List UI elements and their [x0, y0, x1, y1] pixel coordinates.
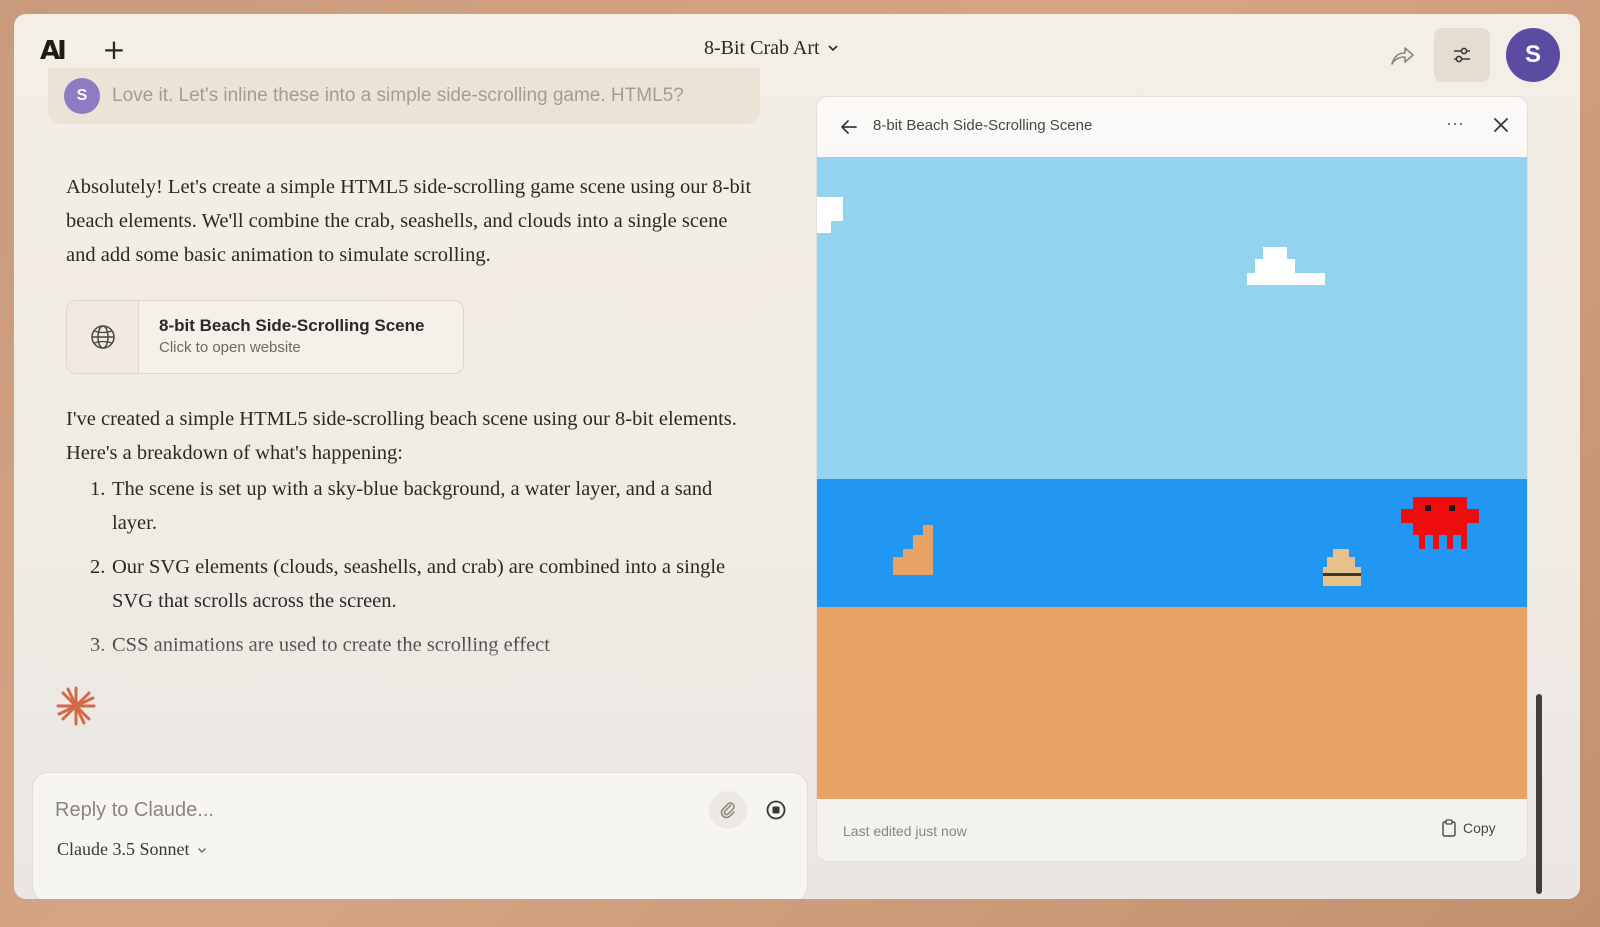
fade-overlay [50, 640, 810, 680]
list-item: 1. The scene is set up with a sky-blue b… [90, 478, 713, 534]
reply-composer: Claude 3.5 Sonnet [32, 772, 808, 899]
model-selector[interactable]: Claude 3.5 Sonnet [57, 839, 208, 860]
artifact-card[interactable]: 8-bit Beach Side-Scrolling Scene Click t… [66, 300, 464, 374]
settings-button[interactable] [1434, 28, 1490, 82]
chat-title-dropdown[interactable]: 8-Bit Crab Art [704, 34, 840, 62]
assistant-message: Absolutely! Let's create a simple HTML5 … [50, 140, 810, 680]
record-icon [766, 800, 786, 820]
scrollbar[interactable] [1536, 694, 1542, 894]
anthropic-logo[interactable]: AI [40, 38, 74, 64]
attach-button[interactable] [709, 791, 747, 829]
sky-layer [817, 157, 1527, 479]
clipboard-icon [1442, 819, 1456, 837]
assistant-body: I've created a simple HTML5 side-scrolli… [66, 408, 737, 464]
user-message-text: Love it. Let's inline these into a simpl… [112, 85, 684, 106]
close-icon[interactable] [1489, 113, 1513, 137]
beach-scene-canvas [817, 157, 1527, 799]
copy-label: Copy [1463, 820, 1496, 836]
share-icon[interactable] [1388, 42, 1416, 70]
claude-spark-icon [56, 686, 96, 726]
user-message: S Love it. Let's inline these into a sim… [48, 68, 760, 124]
user-avatar[interactable]: S [1506, 28, 1560, 82]
artifact-panel-header: 8-bit Beach Side-Scrolling Scene ··· [817, 97, 1527, 157]
last-edited-text: Last edited just now [843, 823, 967, 839]
artifact-name: 8-bit Beach Side-Scrolling Scene [159, 316, 425, 335]
back-arrow-icon[interactable] [837, 115, 861, 139]
list-item: 2. Our SVG elements (clouds, seashells, … [90, 556, 726, 612]
sand-layer [817, 607, 1527, 799]
copy-button[interactable]: Copy [1441, 819, 1496, 837]
globe-icon [90, 325, 115, 349]
record-button[interactable] [757, 791, 795, 829]
artifact-panel-footer: Last edited just now Copy [817, 799, 1527, 861]
chat-title: 8-Bit Crab Art [704, 36, 820, 59]
sliders-icon [1454, 47, 1470, 63]
chevron-down-icon [827, 45, 838, 52]
user-message-avatar: S [64, 78, 100, 114]
assistant-intro: Absolutely! Let's create a simple HTML5 … [66, 176, 752, 266]
app-window: AI + 8-Bit Crab Art S S Love it. Let's i… [14, 14, 1580, 899]
paperclip-icon [720, 802, 735, 819]
artifact-icon-box [67, 301, 139, 373]
chevron-down-icon [197, 847, 206, 853]
new-chat-button[interactable]: + [100, 36, 128, 64]
artifact-panel: 8-bit Beach Side-Scrolling Scene ··· Las… [816, 96, 1528, 862]
artifact-panel-title: 8-bit Beach Side-Scrolling Scene [873, 117, 1093, 134]
reply-input[interactable] [55, 793, 675, 827]
artifact-subtitle: Click to open website [159, 339, 301, 356]
model-name: Claude 3.5 Sonnet [57, 839, 190, 859]
more-options-button[interactable]: ··· [1443, 113, 1467, 137]
